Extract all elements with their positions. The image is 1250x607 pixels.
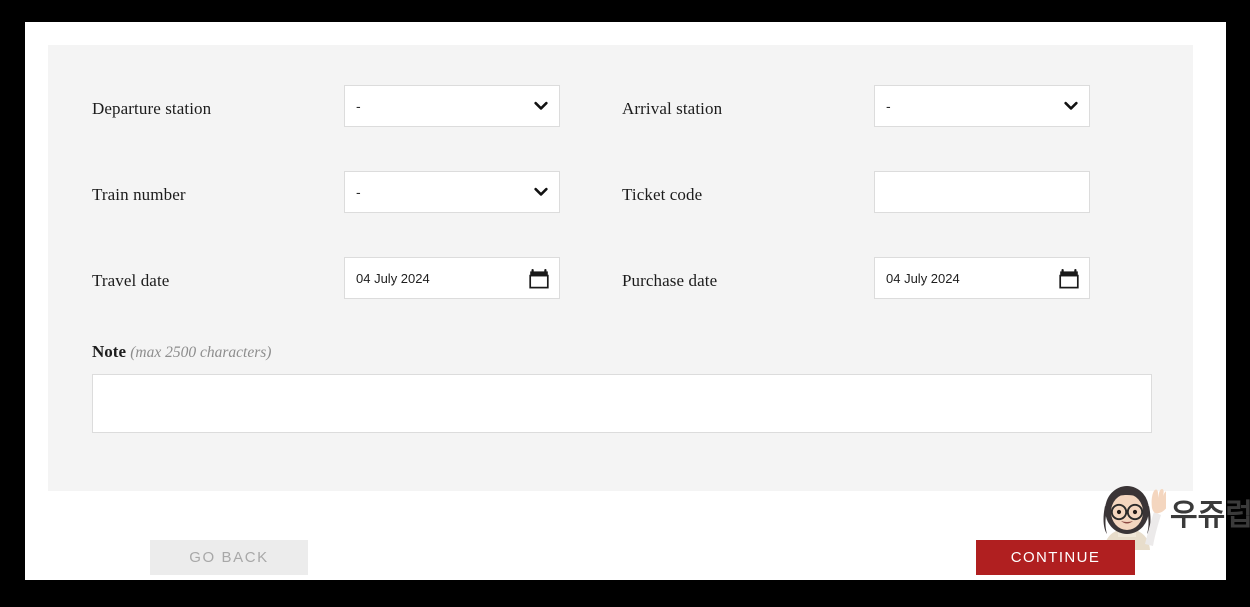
field-arrival-station: Arrival station -	[622, 85, 1152, 171]
note-title: Note	[92, 342, 126, 361]
go-back-button[interactable]: GO BACK	[150, 540, 308, 575]
chevron-down-icon	[534, 101, 548, 110]
chevron-down-icon	[534, 187, 548, 196]
note-hint: (max 2500 characters)	[130, 344, 272, 361]
travel-date-input[interactable]: 04 July 2024	[344, 257, 560, 299]
screen-frame: Departure station - Arrival station - Tr…	[0, 0, 1250, 607]
arrival-station-select[interactable]: -	[874, 85, 1090, 127]
form-row: Departure station - Arrival station -	[92, 85, 1152, 171]
field-train-number: Train number -	[92, 171, 622, 257]
note-heading: Note (max 2500 characters)	[92, 342, 1152, 362]
purchase-date-value: 04 July 2024	[886, 270, 960, 286]
label-purchase-date: Purchase date	[622, 271, 718, 290]
label-travel-date: Travel date	[92, 271, 170, 290]
purchase-date-input[interactable]: 04 July 2024	[874, 257, 1090, 299]
form-row: Train number - Ticket code	[92, 171, 1152, 257]
train-number-select[interactable]: -	[344, 171, 560, 213]
label-ticket-code: Ticket code	[622, 185, 703, 204]
form-row: Travel date 04 July 2024 Purchase date 0…	[92, 257, 1152, 343]
page-surface: Departure station - Arrival station - Tr…	[25, 22, 1250, 580]
watermark-text: 우쥬럽	[1170, 499, 1250, 532]
continue-button[interactable]: CONTINUE	[976, 540, 1135, 575]
travel-date-value: 04 July 2024	[356, 270, 430, 286]
label-arrival-station: Arrival station	[622, 99, 723, 118]
arrival-station-value: -	[886, 98, 891, 114]
form-grid: Departure station - Arrival station - Tr…	[92, 85, 1152, 343]
train-number-value: -	[356, 184, 361, 200]
label-train-number: Train number	[92, 185, 186, 204]
departure-station-select[interactable]: -	[344, 85, 560, 127]
calendar-icon[interactable]	[1059, 268, 1079, 289]
note-textarea[interactable]	[92, 374, 1152, 433]
field-purchase-date: Purchase date 04 July 2024	[622, 257, 1152, 343]
note-block: Note (max 2500 characters)	[92, 342, 1152, 438]
chevron-down-icon	[1064, 101, 1078, 110]
field-ticket-code: Ticket code	[622, 171, 1152, 257]
ticket-code-input-wrap[interactable]	[874, 171, 1090, 213]
label-departure-station: Departure station	[92, 99, 212, 118]
ticket-form-panel: Departure station - Arrival station - Tr…	[48, 45, 1250, 550]
departure-station-value: -	[356, 98, 361, 114]
field-departure-station: Departure station -	[92, 85, 622, 171]
field-travel-date: Travel date 04 July 2024	[92, 257, 622, 343]
calendar-icon[interactable]	[529, 268, 549, 289]
